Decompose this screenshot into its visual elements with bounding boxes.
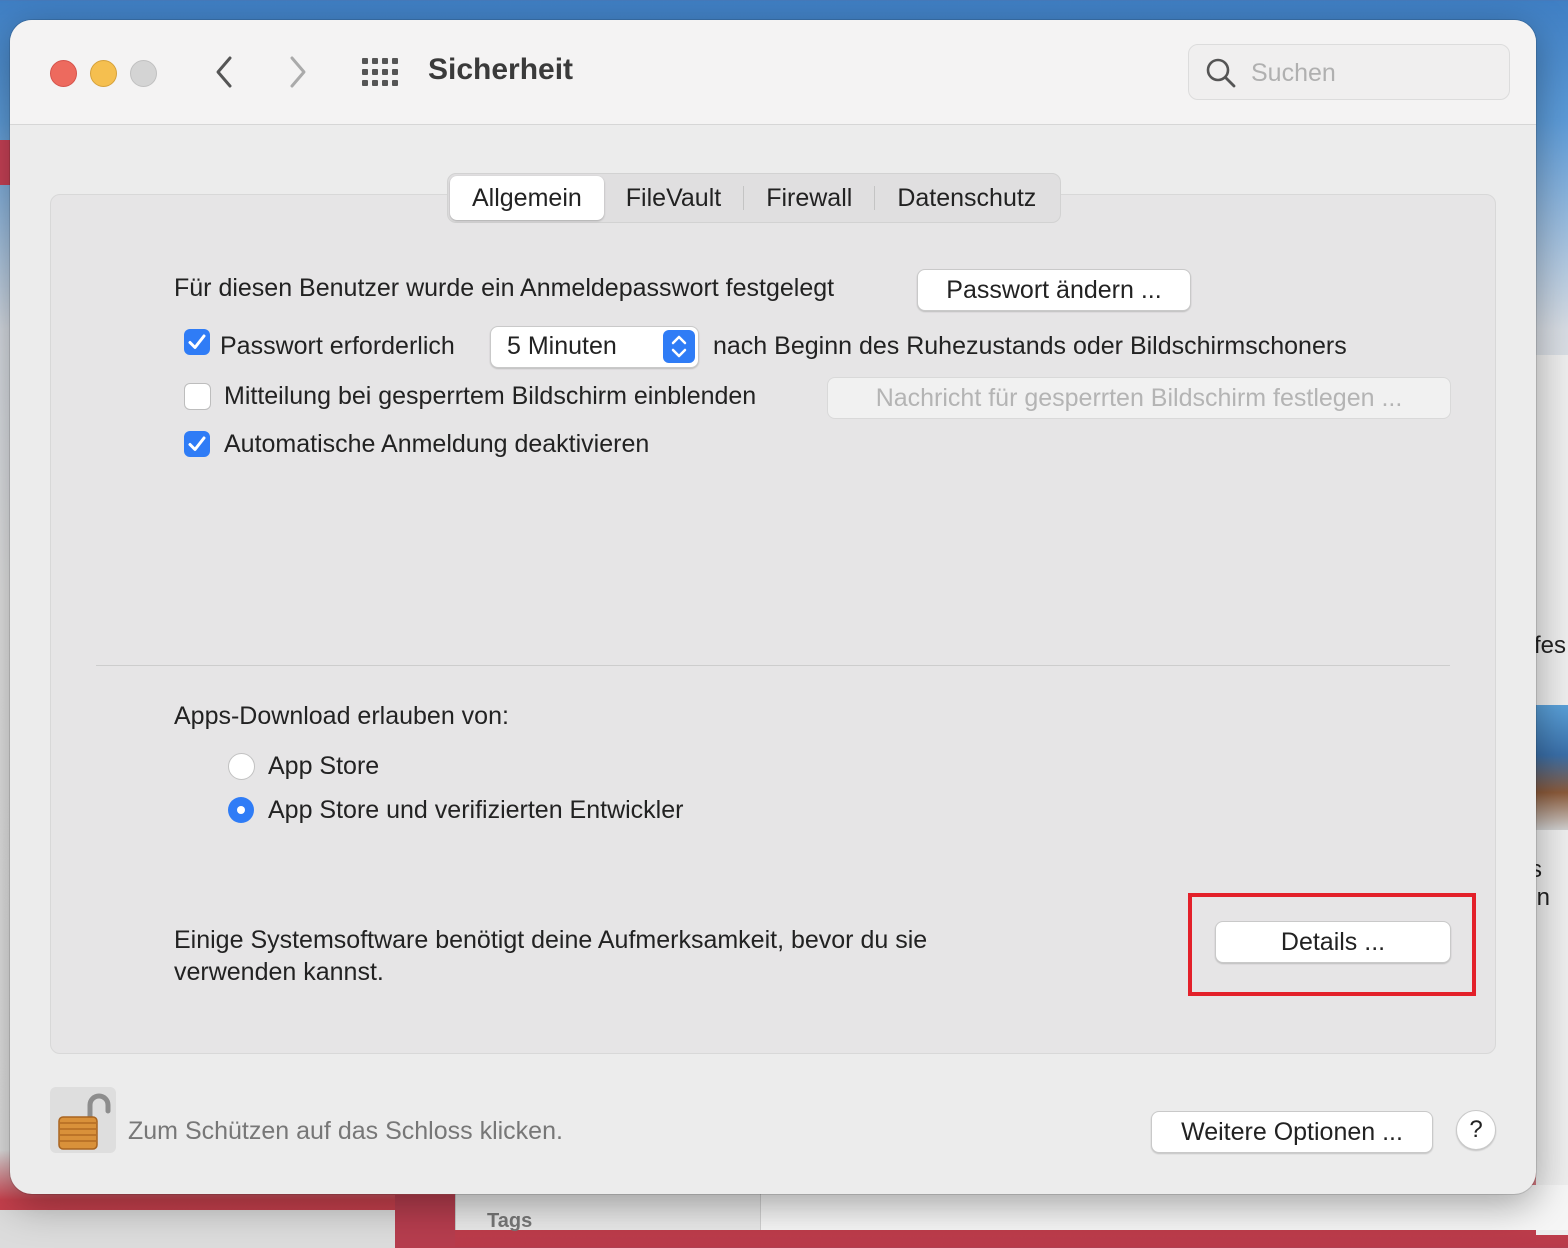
- section-divider: [96, 665, 1450, 666]
- close-window-button[interactable]: [50, 60, 77, 87]
- password-delay-select[interactable]: 5 Minuten: [490, 326, 699, 368]
- highlight-box: [1188, 893, 1476, 996]
- tab-allgemein[interactable]: Allgemein: [450, 176, 604, 220]
- chevron-left-icon: [216, 56, 232, 88]
- window-title: Sicherheit: [428, 53, 574, 86]
- search-field[interactable]: [1188, 44, 1510, 100]
- tab-bar: Allgemein FileVault Firewall Datenschutz: [447, 173, 1062, 223]
- lock-button[interactable]: [50, 1087, 116, 1153]
- system-software-attention-text-line2: verwenden kannst.: [174, 958, 384, 986]
- require-password-suffix: nach Beginn des Ruhezustands oder Bildsc…: [713, 332, 1347, 360]
- radio-app-store-label: App Store: [268, 752, 380, 780]
- disable-auto-login-label: Automatische Anmeldung deaktivieren: [224, 430, 650, 458]
- finder-sidebar-tags-label: Tags: [487, 1210, 533, 1232]
- system-preferences-window: Sicherheit Allgemein FileVault Firewall …: [10, 20, 1536, 1194]
- require-password-label: Passwort erforderlich: [220, 332, 455, 360]
- grid-icon: [362, 58, 398, 86]
- system-software-attention-text: Einige Systemsoftware benötigt deine Auf…: [174, 926, 928, 954]
- search-input[interactable]: [1249, 55, 1493, 91]
- lock-message-checkbox[interactable]: [184, 383, 211, 410]
- minimize-window-button[interactable]: [90, 60, 117, 87]
- more-options-button[interactable]: Weitere Optionen ...: [1151, 1111, 1433, 1153]
- tab-filevault[interactable]: FileVault: [604, 176, 743, 220]
- radio-app-store-identified[interactable]: [228, 797, 254, 823]
- titlebar: Sicherheit: [10, 20, 1536, 125]
- background-app-icon: [1536, 705, 1568, 830]
- select-stepper: [663, 330, 695, 363]
- up-down-chevron-icon: [671, 335, 687, 358]
- desktop-background-fragment: [395, 1195, 455, 1248]
- checkmark-icon: [188, 334, 206, 349]
- password-status-text: Für diesen Benutzer wurde ein Anmeldepas…: [174, 274, 835, 302]
- back-button[interactable]: [204, 50, 244, 94]
- lock-message-label: Mitteilung bei gesperrtem Bildschirm ein…: [224, 382, 757, 410]
- lock-hint-text: Zum Schützen auf das Schloss klicken.: [128, 1117, 563, 1145]
- tab-datenschutz[interactable]: Datenschutz: [875, 176, 1058, 220]
- tab-firewall[interactable]: Firewall: [744, 176, 874, 220]
- change-password-button[interactable]: Passwort ändern ...: [917, 269, 1191, 311]
- radio-app-store-identified-label: App Store und verifizierten Entwickler: [268, 796, 684, 824]
- background-window-bottom-left: [0, 1210, 395, 1248]
- require-password-checkbox[interactable]: [184, 329, 210, 355]
- open-padlock-icon: [58, 1093, 111, 1150]
- checkmark-icon: [188, 436, 206, 451]
- disable-auto-login-checkbox[interactable]: [184, 431, 210, 457]
- apps-download-heading: Apps-Download erlauben von:: [174, 702, 509, 730]
- set-lock-message-button[interactable]: Nachricht für gesperrten Bildschirm fest…: [827, 377, 1451, 419]
- chevron-right-icon: [290, 56, 306, 88]
- search-icon: [1206, 58, 1236, 88]
- background-text-fragment: fes: [1534, 632, 1567, 659]
- help-button[interactable]: ?: [1456, 1110, 1496, 1150]
- zoom-window-button[interactable]: [130, 60, 157, 87]
- show-all-button[interactable]: [360, 56, 400, 88]
- radio-app-store[interactable]: [228, 753, 255, 780]
- password-delay-value: 5 Minuten: [507, 332, 617, 360]
- forward-button[interactable]: [278, 50, 318, 94]
